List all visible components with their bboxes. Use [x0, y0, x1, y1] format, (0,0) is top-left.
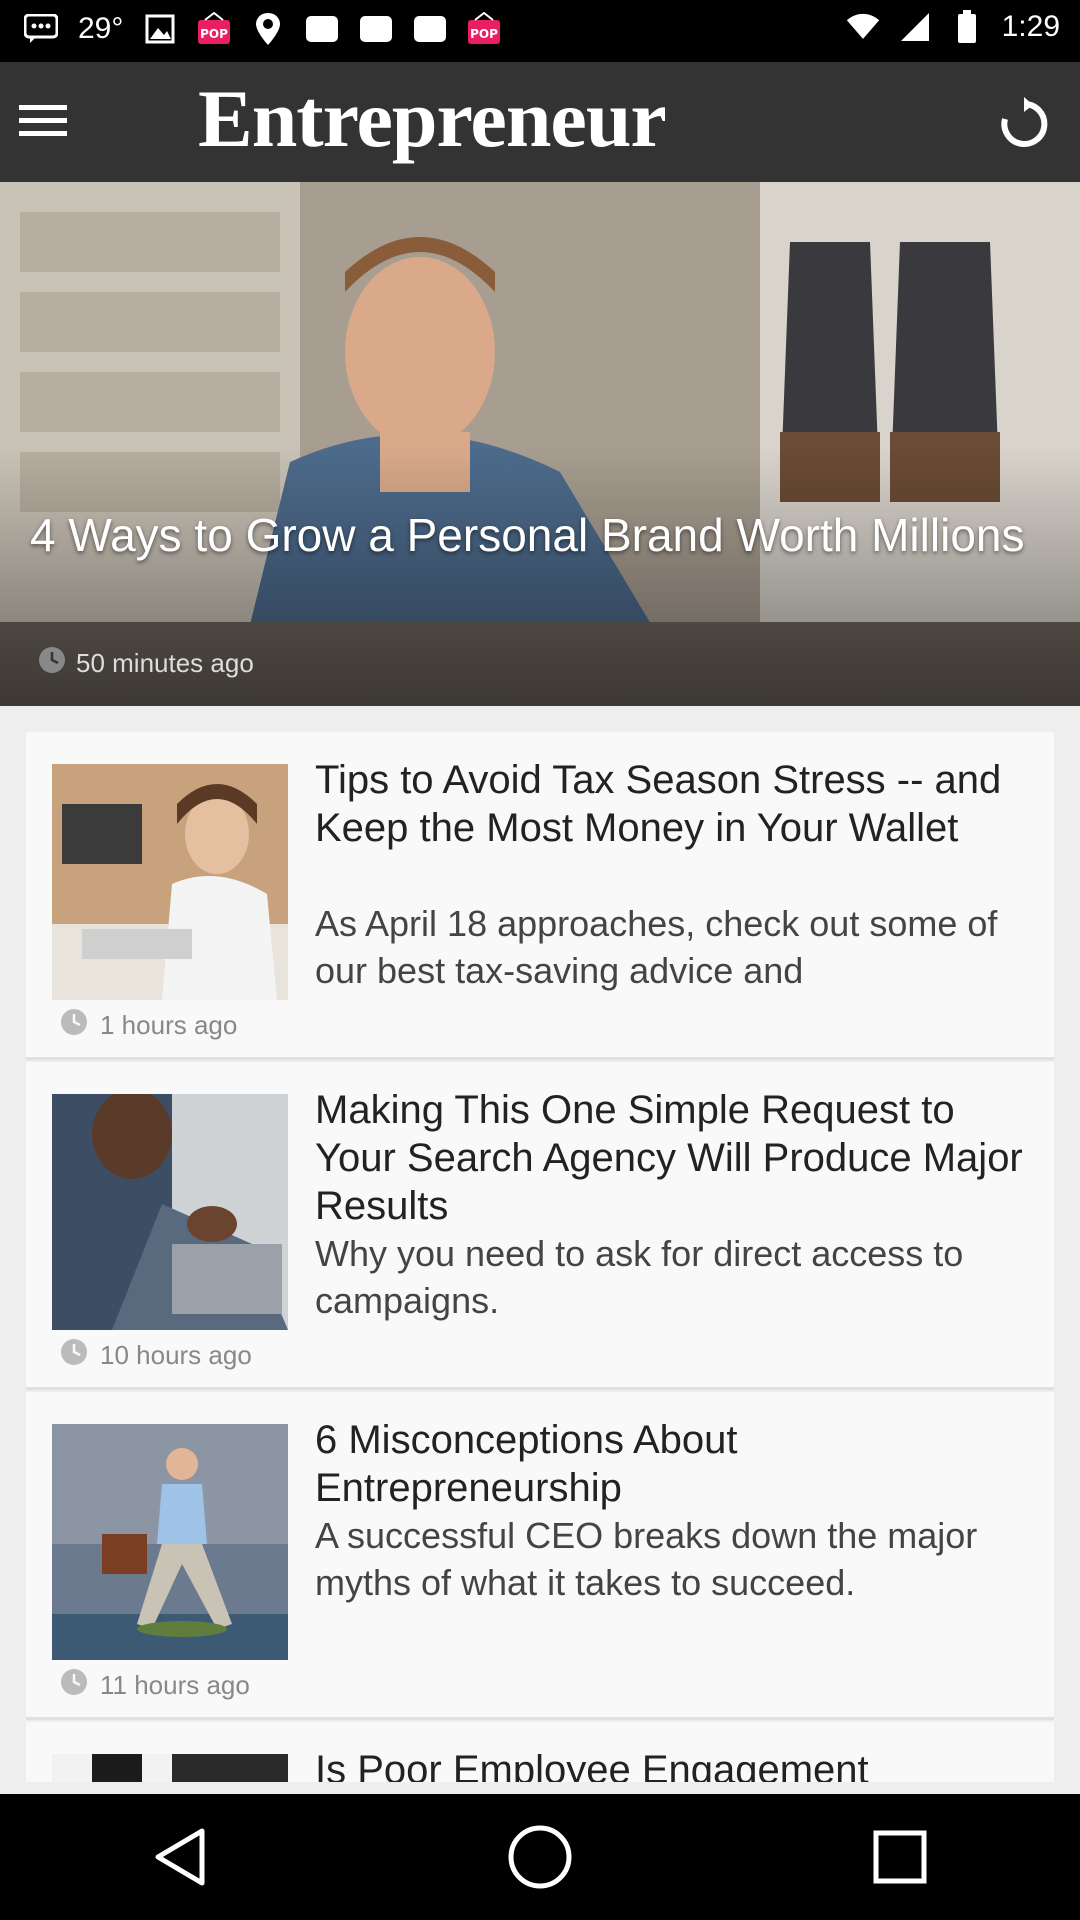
article-title: Is Poor Employee Engagement [315, 1748, 869, 1782]
rect-icon [413, 12, 447, 46]
rect-icon [359, 12, 393, 46]
article-card[interactable]: Making This One Simple Request to Your S… [26, 1062, 1054, 1390]
article-time-text: 1 hours ago [100, 1010, 238, 1040]
system-nav-bar [0, 1794, 1080, 1920]
hero-timestamp: 50 minutes ago [38, 646, 254, 681]
svg-text:POP: POP [470, 27, 498, 41]
article-thumbnail [52, 764, 288, 1000]
article-timestamp: 11 hours ago [60, 1668, 250, 1703]
article-thumbnail [52, 1094, 288, 1330]
article-thumbnail [52, 1754, 288, 1782]
message-icon [24, 12, 58, 46]
hamburger-menu-icon[interactable] [18, 96, 68, 146]
hero-title: 4 Ways to Grow a Personal Brand Worth Mi… [30, 509, 1025, 561]
rect-icon [305, 12, 339, 46]
article-card[interactable]: Is Poor Employee Engagement [26, 1722, 1054, 1782]
article-description: Why you need to ask for direct access to… [315, 1233, 964, 1321]
article-title: Making This One Simple Request to Your S… [315, 1088, 1023, 1228]
recents-icon[interactable] [855, 1812, 945, 1902]
article-description: As April 18 approaches, check out some o… [315, 903, 998, 991]
article-list: Tips to Avoid Tax Season Stress -- and K… [26, 732, 1054, 1784]
hero-article[interactable]: 4 Ways to Grow a Personal Brand Worth Mi… [0, 182, 1080, 706]
temperature-text: 29° [78, 12, 124, 45]
svg-text:POP: POP [200, 27, 228, 41]
article-timestamp: 10 hours ago [60, 1338, 252, 1373]
hero-time-text: 50 minutes ago [76, 648, 254, 678]
clock-icon [60, 1668, 88, 1703]
article-title: Tips to Avoid Tax Season Stress -- and K… [315, 758, 1002, 850]
clock-icon [60, 1338, 88, 1373]
pop-app-icon: POP [197, 12, 231, 46]
article-card[interactable]: Tips to Avoid Tax Season Stress -- and K… [26, 732, 1054, 1060]
article-title: 6 Misconceptions About Entrepreneurship [315, 1418, 738, 1510]
refresh-icon[interactable] [996, 96, 1052, 152]
status-bar: 29° POP POP 1:29 [0, 0, 1080, 62]
app-logo: Entrepreneur [198, 73, 667, 164]
app-bar: Entrepreneur [0, 62, 1080, 182]
article-time-text: 10 hours ago [100, 1340, 252, 1370]
signal-icon [898, 10, 932, 44]
article-timestamp: 1 hours ago [60, 1008, 237, 1043]
back-icon[interactable] [135, 1812, 225, 1902]
clock-icon [60, 1008, 88, 1043]
clock-icon [38, 646, 66, 681]
wifi-icon [846, 10, 880, 44]
pop-app-icon: POP [467, 12, 501, 46]
article-description: A successful CEO breaks down the major m… [315, 1515, 978, 1603]
article-thumbnail [52, 1424, 288, 1660]
location-icon [251, 12, 285, 46]
home-icon[interactable] [495, 1812, 585, 1902]
clock-text: 1:29 [1001, 10, 1060, 43]
image-icon [143, 12, 177, 46]
article-card[interactable]: 6 Misconceptions About Entrepreneurship … [26, 1392, 1054, 1720]
article-time-text: 11 hours ago [100, 1670, 250, 1700]
battery-icon [950, 10, 984, 44]
